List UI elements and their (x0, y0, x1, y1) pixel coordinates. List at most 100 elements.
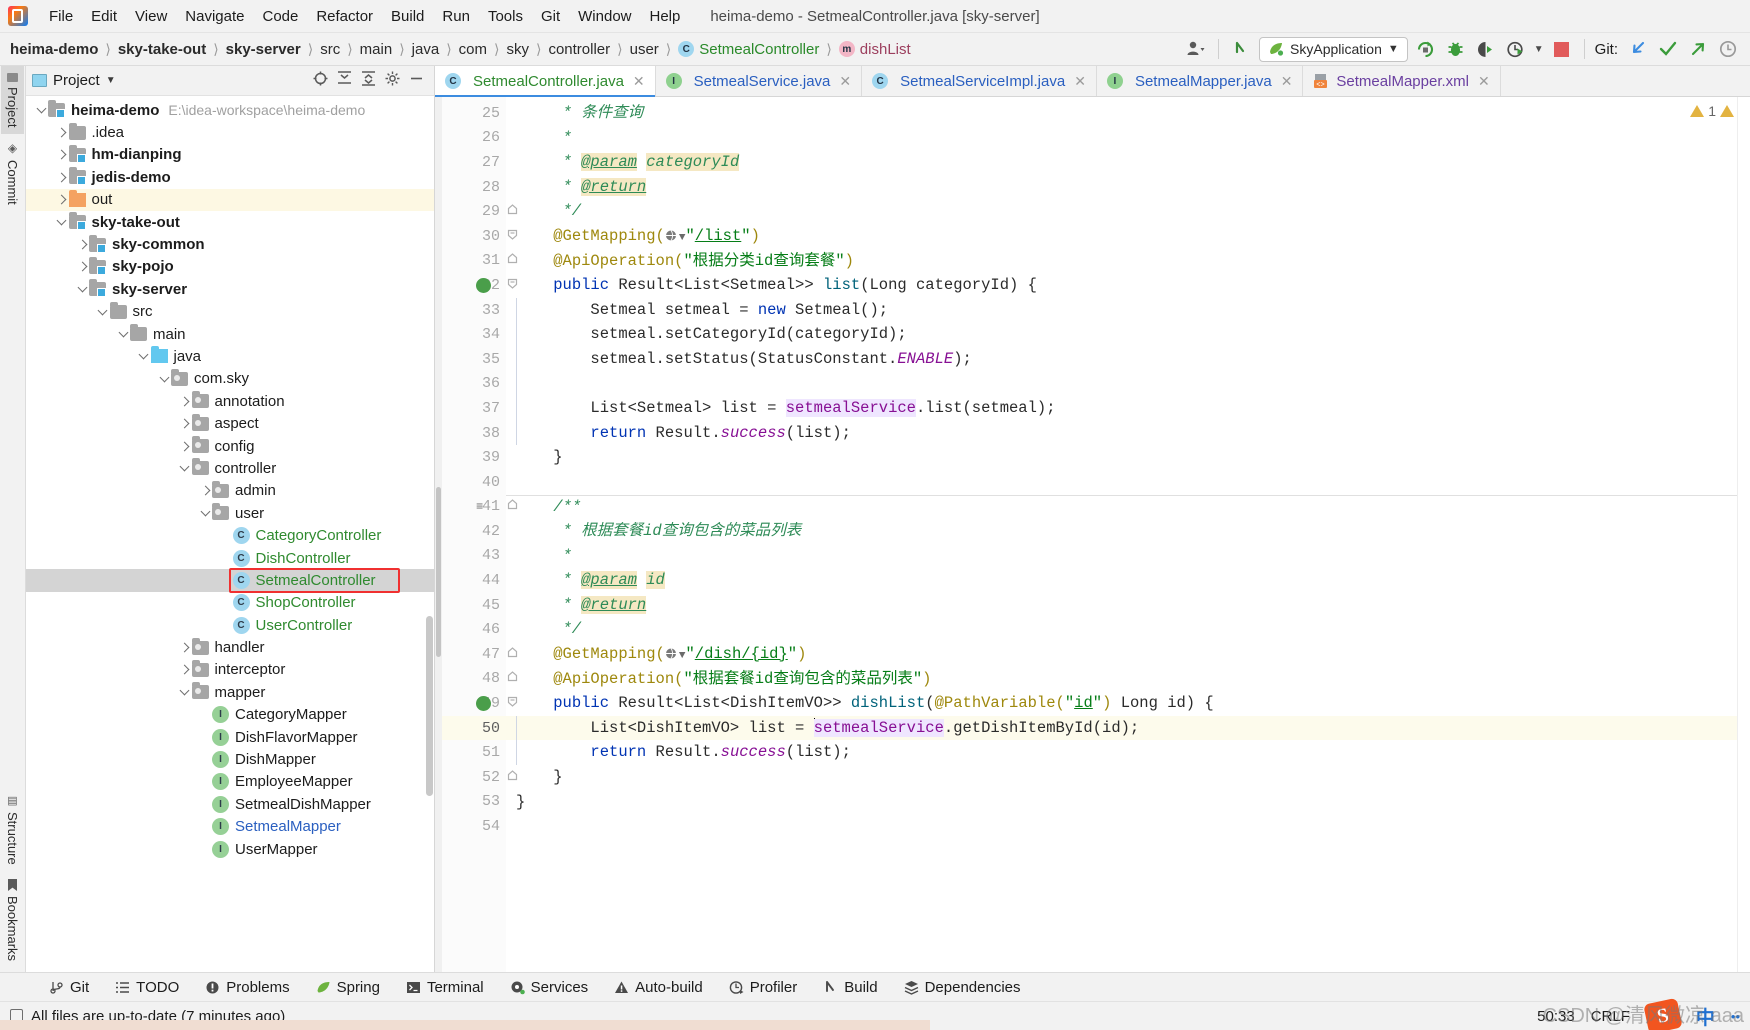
menu-item-window[interactable]: Window (569, 5, 640, 28)
tree-node--idea[interactable]: .idea (26, 121, 434, 143)
close-tab-icon[interactable]: ✕ (1074, 73, 1086, 90)
close-tab-icon[interactable]: ✕ (1478, 73, 1490, 90)
expand-arrow-icon[interactable] (198, 485, 212, 496)
line-number[interactable]: 48 (442, 667, 518, 692)
update-project-icon[interactable] (1626, 37, 1650, 61)
code-line[interactable]: setmeal.setStatus(StatusConstant.ENABLE)… (506, 347, 1737, 372)
code-line[interactable]: return Result.success(list); (506, 740, 1737, 765)
tree-node-config[interactable]: config (26, 435, 434, 457)
tree-node-aspect[interactable]: aspect (26, 412, 434, 434)
commit-icon[interactable] (1656, 37, 1680, 61)
line-number[interactable]: 25 (442, 101, 506, 126)
menu-item-navigate[interactable]: Navigate (176, 5, 253, 28)
ime-toolbar-icon[interactable]: •• (1731, 1009, 1740, 1024)
profiler-run-icon[interactable] (1504, 37, 1528, 61)
line-number[interactable]: 50 (442, 715, 506, 741)
code-line[interactable]: @GetMapping(▼"/dish/{id}") (506, 642, 1737, 667)
line-number[interactable]: 53 (442, 790, 506, 815)
rail-button-project[interactable]: Project (1, 66, 24, 135)
close-tab-icon[interactable]: ✕ (633, 73, 645, 90)
line-number[interactable]: 30 (442, 224, 518, 249)
code-line[interactable]: setmeal.setCategoryId(categoryId); (506, 322, 1737, 347)
tree-node-handler[interactable]: handler (26, 636, 434, 658)
code-line[interactable]: List<DishItemVO> list = setmealService.g… (506, 715, 1737, 741)
menu-item-file[interactable]: File (40, 5, 82, 28)
bookmark-gutter-icon[interactable]: ≡ (476, 500, 483, 514)
line-number[interactable]: 52 (442, 765, 518, 790)
tool-window-button-terminal[interactable]: Terminal (393, 979, 497, 996)
tool-window-button-dependencies[interactable]: Dependencies (891, 979, 1034, 996)
tree-node-sky-server[interactable]: sky-server (26, 278, 434, 300)
back-arrow-icon[interactable] (1229, 37, 1253, 61)
tree-node-shopcontroller[interactable]: C ShopController (26, 592, 434, 614)
chevron-down-icon[interactable]: ▼ (1534, 44, 1544, 55)
profiles-icon[interactable] (1184, 37, 1208, 61)
expand-arrow-icon[interactable] (178, 441, 192, 451)
code-line[interactable]: * (506, 126, 1737, 151)
line-number[interactable]: 38 (442, 421, 506, 446)
debug-icon[interactable] (1444, 37, 1468, 61)
line-number[interactable]: 29 (442, 199, 518, 224)
code-line[interactable] (506, 372, 1737, 397)
tree-node-sky-common[interactable]: sky-common (26, 233, 434, 255)
line-number[interactable]: 54 (442, 814, 506, 839)
line-number-gutter[interactable]: 25 26 27 28 29 30 31 32 33 34 35 36 37 38 39 40 41≡ 42 43 4… (442, 97, 518, 972)
tree-node-admin[interactable]: admin (26, 480, 434, 502)
code-line[interactable]: } (506, 445, 1737, 470)
run-icon[interactable] (1414, 37, 1438, 61)
line-number[interactable]: 45 (442, 593, 506, 618)
code-line[interactable]: @GetMapping(▼"/list") (506, 224, 1737, 249)
line-number[interactable]: 34 (442, 322, 506, 347)
tree-node-jedis-demo[interactable]: jedis-demo (26, 166, 434, 188)
line-number[interactable]: 43 (442, 544, 506, 569)
menu-item-view[interactable]: View (126, 5, 176, 28)
expand-arrow-icon[interactable] (55, 150, 69, 160)
code-line[interactable]: List<Setmeal> list = setmealService.list… (506, 396, 1737, 421)
code-line[interactable]: * (506, 544, 1737, 569)
menu-item-git[interactable]: Git (532, 5, 569, 28)
inspection-summary[interactable]: 1 (1690, 103, 1734, 119)
tree-node-setmealcontroller[interactable]: C SetmealController (26, 569, 434, 592)
expand-arrow-icon[interactable] (178, 665, 192, 675)
line-number[interactable]: 51 (442, 740, 506, 765)
tree-node-setmealdishmapper[interactable]: I SetmealDishMapper (26, 793, 434, 815)
line-number[interactable]: 26 (442, 126, 506, 151)
breadcrumb-src[interactable]: src (320, 41, 340, 58)
code-line[interactable]: return Result.success(list); (506, 421, 1737, 446)
code-line[interactable]: * @return (506, 175, 1737, 200)
collapse-all-icon[interactable] (361, 71, 376, 90)
line-number[interactable]: 47 (442, 642, 518, 667)
editor-tab-setmealmapper-java[interactable]: I SetmealMapper.java ✕ (1097, 66, 1304, 96)
push-icon[interactable] (1686, 37, 1710, 61)
collapse-arrow-icon[interactable] (137, 350, 151, 360)
code-line[interactable]: @ApiOperation("根据套餐id查询包含的菜品列表") (506, 667, 1737, 692)
tool-window-button-auto-build[interactable]: Auto-build (601, 979, 716, 996)
expand-arrow-icon[interactable] (55, 127, 69, 138)
expand-arrow-icon[interactable] (55, 172, 69, 183)
line-number[interactable]: 33 (442, 298, 506, 323)
close-tab-icon[interactable]: ✕ (1281, 73, 1293, 90)
menu-item-help[interactable]: Help (641, 5, 690, 28)
line-number[interactable]: 36 (442, 372, 506, 397)
inspection-strip[interactable] (1737, 97, 1750, 972)
caret-position[interactable]: 50:33 (1537, 1008, 1575, 1025)
tree-node-dishflavormapper[interactable]: I DishFlavorMapper (26, 726, 434, 748)
line-separator[interactable]: CRLF (1591, 1008, 1630, 1025)
tree-node-categorymapper[interactable]: I CategoryMapper (26, 704, 434, 726)
code-line[interactable]: * 根据套餐id查询包含的菜品列表 (506, 519, 1737, 544)
locate-icon[interactable] (313, 71, 328, 90)
tool-window-button-todo[interactable]: TODO (102, 979, 192, 996)
editor-tab-setmealcontroller-java[interactable]: C SetmealController.java ✕ (435, 66, 656, 97)
breadcrumb-main[interactable]: main (360, 41, 393, 58)
tree-node-interceptor[interactable]: interceptor (26, 659, 434, 681)
expand-arrow-icon[interactable] (178, 642, 192, 653)
run-configuration-selector[interactable]: SkyApplication ▼ (1259, 36, 1408, 62)
tool-window-button-spring[interactable]: Spring (303, 979, 393, 996)
tree-node-annotation[interactable]: annotation (26, 390, 434, 412)
breadcrumb-controller[interactable]: controller (548, 41, 610, 58)
tree-node-user[interactable]: user (26, 502, 434, 524)
run-gutter-icon[interactable] (476, 696, 491, 712)
tree-node-src[interactable]: src (26, 301, 434, 323)
collapse-arrow-icon[interactable] (178, 461, 192, 472)
line-number[interactable]: 37 (442, 396, 506, 421)
